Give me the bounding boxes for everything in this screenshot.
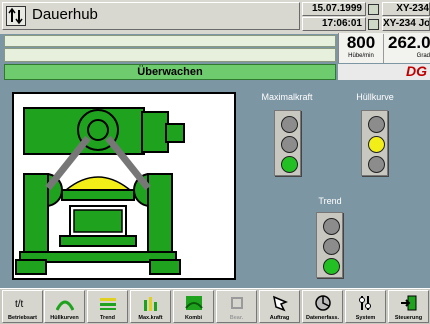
max-force-icon <box>144 297 157 311</box>
press-machine-diagram <box>12 92 236 280</box>
combi-label: Kombi <box>184 315 203 321</box>
data-capture-button[interactable]: Datenerfass. <box>302 290 343 323</box>
lamp-yellow-on <box>368 136 385 153</box>
trend-button[interactable]: Trend <box>87 290 128 323</box>
strokes-per-minute-value: 800 <box>346 33 376 52</box>
data-capture-label: Datenerfass. <box>305 315 340 321</box>
system-button[interactable]: System <box>345 290 386 323</box>
control-button[interactable]: Steuerung <box>388 290 429 323</box>
job-id: XY-234 Job # <box>382 17 430 31</box>
trend-icon <box>100 298 116 310</box>
mode-button[interactable]: t/t Betriebsart <box>2 290 43 323</box>
time-display: 17:06:01 <box>302 17 366 31</box>
date-display: 15.07.1999 <box>302 2 366 16</box>
trend-title: Trend <box>318 196 342 206</box>
control-icon <box>401 295 417 311</box>
envelope-curves-button[interactable]: Hüllkurven <box>44 290 85 323</box>
control-label: Steuerung <box>394 315 423 321</box>
lamp-green-off <box>368 156 385 173</box>
lamp-green-on <box>281 156 298 173</box>
counter-divider <box>383 34 384 63</box>
edit-icon <box>231 297 243 309</box>
message-line-1 <box>4 35 336 47</box>
edit-label: Bear. <box>229 315 244 321</box>
system-label: System <box>355 315 376 321</box>
svg-text:t/t: t/t <box>15 299 24 310</box>
max-force-traffic-light <box>274 110 301 176</box>
machine-id: XY-234 <box>382 2 430 16</box>
strokes-per-minute-label: Hübe/min <box>348 53 374 59</box>
lamp-yellow-off <box>323 238 340 255</box>
lamp-red-off <box>281 116 298 133</box>
lock-icon <box>368 19 379 30</box>
order-icon <box>272 295 288 312</box>
crank-angle-value: 262.0 <box>388 33 430 52</box>
mode-status-bar: Überwachen <box>4 64 336 80</box>
max-force-label: Max.kraft <box>138 315 163 321</box>
edit-button[interactable]: Bear. <box>216 290 257 323</box>
brand-logo: DG <box>406 63 427 79</box>
stroke-mode-icon <box>6 6 26 26</box>
envelope-title: Hüllkurve <box>356 92 394 102</box>
envelope-traffic-light <box>361 110 388 176</box>
data-capture-icon <box>315 295 331 311</box>
system-icon <box>359 296 371 310</box>
envelope-curve-icon <box>56 300 74 311</box>
mode-button-label: Betriebsart <box>7 315 38 321</box>
trend-label: Trend <box>100 315 115 321</box>
lamp-green-on <box>323 258 340 275</box>
mode-icon: t/t <box>15 299 24 310</box>
combi-icon <box>185 296 203 310</box>
lamp-yellow-off <box>281 136 298 153</box>
keyboard-icon <box>368 4 379 15</box>
trend-traffic-light <box>316 212 343 278</box>
envelope-curves-label: Hüllkurven <box>50 315 79 321</box>
combi-button[interactable]: Kombi <box>173 290 214 323</box>
lamp-red-off <box>368 116 385 133</box>
crank-angle-label: Grad <box>416 53 430 59</box>
order-label: Auftrag <box>269 315 290 321</box>
page-title: Dauerhub <box>32 6 98 23</box>
max-force-title: Maximalkraft <box>261 92 313 102</box>
lamp-red-off <box>323 218 340 235</box>
order-button[interactable]: Auftrag <box>259 290 300 323</box>
max-force-button[interactable]: Max.kraft <box>130 290 171 323</box>
message-line-2 <box>4 48 336 62</box>
